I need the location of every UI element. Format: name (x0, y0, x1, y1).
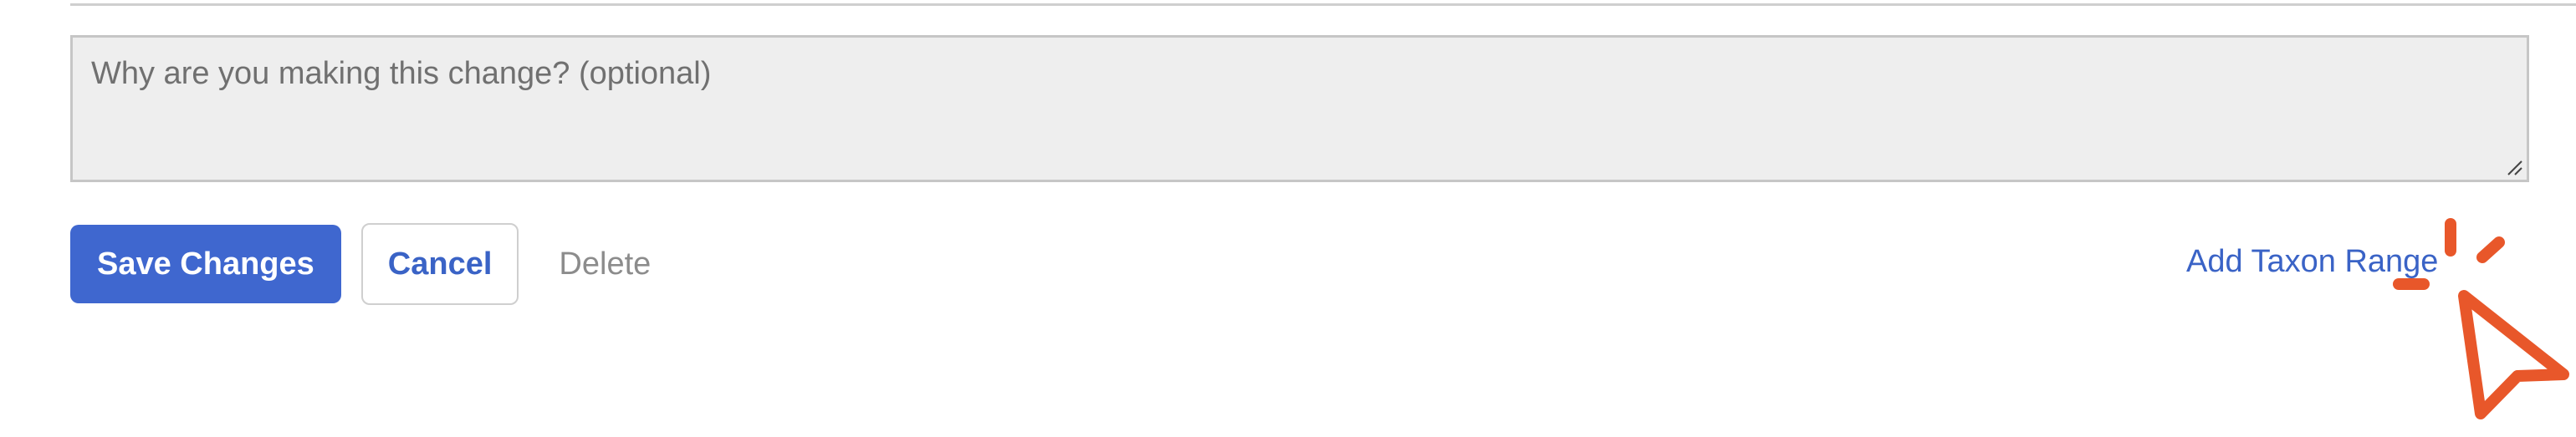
resize-grip-icon[interactable] (2505, 158, 2523, 176)
save-changes-button[interactable]: Save Changes (70, 225, 341, 303)
reason-field-container (70, 35, 2529, 182)
reason-textarea[interactable] (73, 38, 2527, 180)
taxon-edit-form: Save Changes Cancel Delete Add Taxon Ran… (0, 0, 2576, 437)
cancel-button[interactable]: Cancel (360, 223, 519, 305)
delete-button[interactable]: Delete (559, 246, 651, 282)
form-actions: Save Changes Cancel Delete (70, 223, 651, 305)
click-cursor-icon (2393, 218, 2569, 419)
section-divider (70, 0, 2576, 6)
